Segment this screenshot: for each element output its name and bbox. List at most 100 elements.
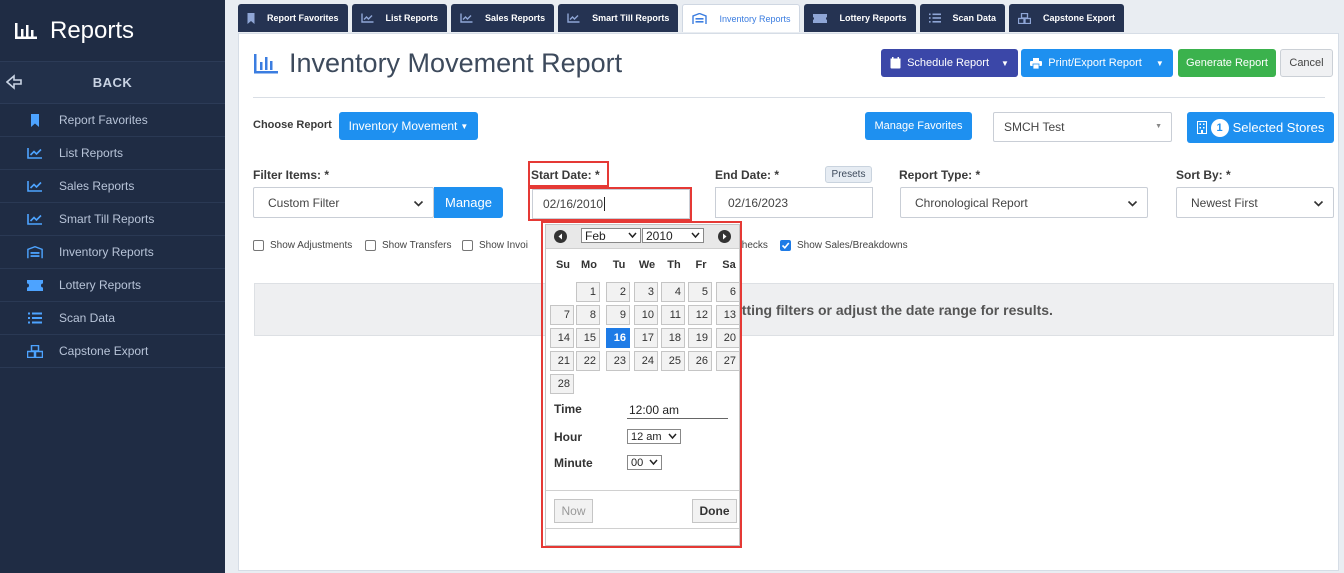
checkbox-label: Show Adjustments (270, 240, 353, 251)
generate-report-button[interactable]: Generate Report (1178, 49, 1276, 77)
sidebar-item-label: Capstone Export (59, 344, 149, 358)
sort-by-value: Newest First (1191, 195, 1258, 210)
selected-stores-button[interactable]: 1 Selected Stores (1187, 112, 1334, 143)
tab-inventory-reports[interactable]: Inventory Reports (682, 4, 801, 32)
sidebar-item-lottery-reports[interactable]: Lottery Reports (0, 269, 225, 302)
divider (253, 97, 1325, 98)
tab-label: Inventory Reports (719, 13, 791, 24)
selected-stores-count: 1 (1210, 118, 1229, 137)
choose-report-label: Choose Report (253, 119, 332, 131)
report-type-label: Report Type: * (899, 168, 981, 182)
tab-lottery-reports[interactable]: Lottery Reports (804, 4, 916, 32)
trend-chart-icon (27, 178, 43, 194)
sidebar-item-capstone-export[interactable]: Capstone Export (0, 335, 225, 368)
warehouse-icon (692, 13, 713, 24)
checkbox-show-sales-breakdowns[interactable]: Show Sales/Breakdowns (780, 240, 908, 251)
report-type-select[interactable]: Chronological Report (900, 187, 1148, 218)
sidebar-item-scan-data[interactable]: Scan Data (0, 302, 225, 335)
tab-list-reports[interactable]: List Reports (351, 4, 448, 32)
main-area: Report Favorites List Reports Sales Report… (225, 0, 1344, 573)
chevron-down-icon (1127, 200, 1138, 207)
sidebar-header: Reports (0, 0, 225, 62)
sidebar-item-label: Scan Data (59, 311, 116, 325)
trend-chart-icon (460, 13, 479, 23)
checkbox-checked-icon[interactable] (780, 240, 791, 251)
report-select-button[interactable]: Inventory Movement ▼ (339, 112, 478, 140)
sidebar-item-smart-till-reports[interactable]: Smart Till Reports (0, 203, 225, 236)
tab-label: List Reports (385, 13, 439, 23)
checkbox-icon[interactable] (462, 240, 473, 251)
caret-down-icon: ▼ (1001, 58, 1009, 68)
sidebar: Reports BACK Report Favorites List Report… (0, 0, 225, 573)
print-export-button[interactable]: Print/Export Report ▼ (1021, 49, 1173, 77)
store-select-value: SMCH Test (1004, 120, 1065, 134)
report-select-value: Inventory Movement (348, 119, 458, 133)
back-button[interactable]: BACK (0, 62, 225, 104)
caret-down-icon: ▼ (1155, 123, 1162, 130)
ticket-icon (27, 277, 43, 293)
manage-filter-button[interactable]: Manage (434, 187, 503, 218)
tab-smart-till-reports[interactable]: Smart Till Reports (558, 4, 679, 32)
store-select[interactable]: SMCH Test ▼ (993, 112, 1172, 142)
sidebar-item-inventory-reports[interactable]: Inventory Reports (0, 236, 225, 269)
tab-label: Lottery Reports (839, 13, 907, 23)
ticket-icon (813, 13, 833, 23)
selected-stores-label: Selected Stores (1232, 120, 1325, 135)
sidebar-item-sales-reports[interactable]: Sales Reports (0, 170, 225, 203)
warehouse-icon (27, 244, 43, 260)
checkbox-show-adjustments[interactable]: Show Adjustments (253, 240, 352, 251)
building-icon (1196, 121, 1207, 134)
datepicker-highlight (541, 221, 742, 548)
back-arrow-icon (6, 74, 22, 90)
print-export-label: Print/Export Report (1048, 57, 1142, 69)
presets-button[interactable]: Presets (825, 166, 872, 183)
start-date-label-highlight (528, 161, 609, 187)
caret-down-icon: ▼ (460, 121, 469, 131)
tab-report-favorites[interactable]: Report Favorites (238, 4, 348, 32)
report-tabs: Report Favorites List Reports Sales Report… (238, 4, 1125, 32)
tab-label: Scan Data (952, 13, 997, 23)
schedule-report-button[interactable]: Schedule Report ▼ (881, 49, 1018, 77)
back-label: BACK (92, 75, 133, 90)
bar-chart-icon (254, 53, 278, 73)
sidebar-item-label: List Reports (59, 146, 124, 160)
cancel-button[interactable]: Cancel (1280, 49, 1333, 77)
filter-items-label: Filter Items: * (253, 168, 330, 182)
tab-scan-data[interactable]: Scan Data (919, 4, 1006, 32)
schedule-report-label: Schedule Report (907, 57, 990, 69)
list-icon (27, 310, 43, 326)
tab-label: Report Favorites (267, 13, 339, 23)
printer-icon (1030, 57, 1043, 69)
sort-by-label: Sort By: * (1176, 168, 1231, 182)
bookmark-icon (247, 12, 261, 24)
chevron-down-icon (1313, 200, 1324, 207)
chevron-down-icon (413, 200, 424, 207)
filter-items-select[interactable]: Custom Filter (253, 187, 434, 218)
sidebar-item-label: Sales Reports (59, 179, 135, 193)
trend-chart-icon (360, 13, 380, 23)
boxes-icon (27, 343, 43, 359)
sidebar-item-label: Lottery Reports (59, 278, 142, 292)
tab-sales-reports[interactable]: Sales Reports (451, 4, 555, 32)
checkbox-show-invoi[interactable]: Show Invoi (462, 240, 528, 251)
calendar-icon (890, 57, 901, 69)
sidebar-item-list-reports[interactable]: List Reports (0, 137, 225, 170)
tab-capstone-export[interactable]: Capstone Export (1009, 4, 1125, 32)
sort-by-select[interactable]: Newest First (1176, 187, 1334, 218)
report-panel: Inventory Movement Report Schedule Repor… (238, 33, 1339, 571)
manage-favorites-button[interactable]: Manage Favorites (865, 112, 972, 140)
tab-label: Capstone Export (1043, 13, 1116, 23)
trend-chart-icon (567, 13, 586, 23)
end-date-input[interactable]: 02/16/2023 (715, 187, 873, 218)
checkbox-icon[interactable] (253, 240, 264, 251)
sidebar-item-label: Report Favorites (59, 113, 148, 127)
boxes-icon (1018, 12, 1037, 24)
bookmark-icon (27, 112, 43, 128)
sidebar-item-report-favorites[interactable]: Report Favorites (0, 104, 225, 137)
trend-chart-icon (27, 211, 43, 227)
trend-chart-icon (27, 145, 43, 161)
checkbox-icon[interactable] (365, 240, 376, 251)
bar-chart-icon (15, 22, 37, 39)
checkbox-show-transfers[interactable]: Show Transfers (365, 240, 451, 251)
caret-down-icon: ▼ (1155, 58, 1164, 68)
